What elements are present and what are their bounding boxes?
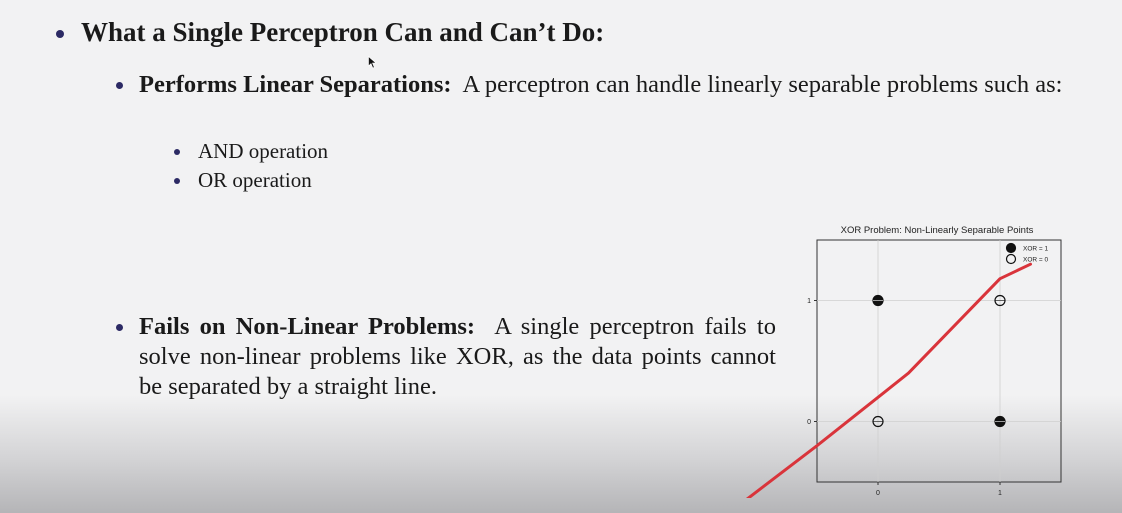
example-or: OR operation [174,168,312,193]
xor-chart: XOR Problem: Non-Linearly Separable Poin… [730,218,1070,508]
example-and-label: AND operation [198,139,329,163]
slide-heading: What a Single Perceptron Can and Can’t D… [81,17,605,47]
bullet-dot [116,82,123,89]
legend-label: XOR = 0 [1023,257,1048,264]
linear-title: Performs Linear Separations: [139,71,452,98]
nonlinear-bullet: Fails on Non-Linear Problems: A single p… [116,312,776,402]
nonlinear-paragraph: Fails on Non-Linear Problems: A single p… [139,312,776,402]
nonlinear-title: Fails on Non-Linear Problems: [139,313,476,340]
heading-bullet: What a Single Perceptron Can and Can’t D… [56,17,604,48]
legend-filled-marker [1005,242,1017,254]
bullet-dot [116,324,123,331]
legend-open-marker [1005,253,1017,265]
plot-frame [816,239,1062,483]
mouse-cursor-icon [368,56,377,69]
x-tick-label: 0 [876,490,880,497]
bullet-dot [56,30,64,38]
y-tick-label: 0 [807,419,811,426]
linear-paragraph: Performs Linear Separations: A perceptro… [139,70,1063,100]
bullet-dot [174,149,180,155]
linear-text: A perceptron can handle linearly separab… [462,71,1063,98]
legend-label: XOR = 1 [1023,246,1048,253]
separating-line [736,262,1032,508]
x-tick-label: 1 [998,490,1002,497]
y-tick-label: 1 [807,298,811,305]
bullet-dot [174,178,180,184]
chart-title: XOR Problem: Non-Linearly Separable Poin… [841,225,1034,236]
linear-bullet: Performs Linear Separations: A perceptro… [116,70,1082,100]
xor-chart-svg: XOR Problem: Non-Linearly Separable Poin… [736,225,1062,508]
example-or-label: OR operation [198,168,312,192]
example-and: AND operation [174,139,328,164]
